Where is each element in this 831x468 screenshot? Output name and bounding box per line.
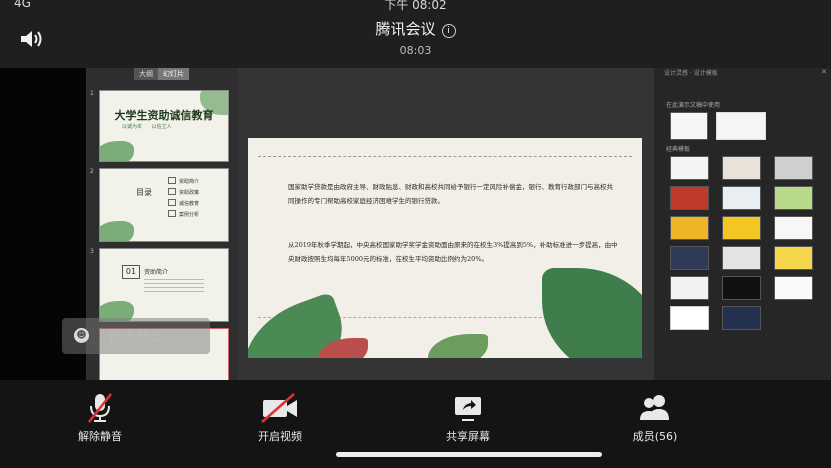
template-card[interactable] xyxy=(716,112,766,140)
design-panel-header: 设计灵感 · 设计模板 xyxy=(664,70,718,77)
slide1-sub-left: 以诚为本 xyxy=(122,124,143,130)
design-panel: 设计灵感 · 设计模板 ✕ 在此演示文稿中使用 经典模板 xyxy=(654,68,831,380)
template-card[interactable] xyxy=(722,216,761,240)
template-card[interactable] xyxy=(774,186,813,210)
template-card[interactable] xyxy=(774,276,813,300)
leaf-decoration xyxy=(100,141,134,161)
meeting-duration: 08:03 xyxy=(399,44,432,57)
slide-editor: 国家助学贷款是由政府主导、财政贴息、财政和高校共同给予银行一定风险补偿金，银行、… xyxy=(238,68,654,380)
home-indicator[interactable] xyxy=(336,452,602,457)
meeting-title-text: 腾讯会议 xyxy=(375,20,436,38)
info-icon[interactable]: i xyxy=(441,24,456,38)
members-label: 成员(56) xyxy=(632,430,678,443)
unmute-label: 解除静音 xyxy=(78,430,122,443)
slide2-list: 资助简介 资助政策 诚信教育 案例分析 xyxy=(168,177,199,221)
template-card[interactable] xyxy=(774,246,813,270)
template-card[interactable] xyxy=(670,276,709,300)
slide3-body-lines xyxy=(144,279,204,295)
tab-slides[interactable]: 幻灯片 xyxy=(158,68,189,80)
close-icon[interactable]: ✕ xyxy=(821,68,827,76)
leaf-decoration xyxy=(100,221,134,241)
slide-number: 1 xyxy=(90,90,94,97)
slide-paragraph: 从2019年秋季学期起，中央高校国家助学奖学金资助面由原来的在校生3%提高到5%… xyxy=(288,241,618,263)
dashed-rule xyxy=(258,156,632,157)
template-card[interactable] xyxy=(774,216,813,240)
slide1-subtitle: 以诚为本 以信立人 xyxy=(122,123,172,130)
slide2-item: 资助简介 xyxy=(168,177,199,185)
template-card[interactable] xyxy=(774,156,813,180)
leaf-decoration xyxy=(428,334,488,358)
template-card[interactable] xyxy=(670,306,709,330)
slide1-sub-right: 以信立人 xyxy=(151,124,172,130)
slide-thumbnail-3[interactable]: 01 资助简介 xyxy=(99,248,229,322)
slide3-number: 01 xyxy=(122,265,140,279)
chat-placeholder: 说点什么… xyxy=(108,329,178,345)
slide-number: 3 xyxy=(90,248,94,255)
members-button[interactable]: 成员(56) xyxy=(600,392,710,444)
current-slide[interactable]: 国家助学贷款是由政府主导、财政贴息、财政和高校共同给予银行一定风险补偿金，银行、… xyxy=(248,138,642,358)
template-card[interactable] xyxy=(670,112,708,140)
emoji-icon[interactable]: ☻ xyxy=(74,328,89,343)
design-section-label: 在此演示文稿中使用 xyxy=(666,102,721,109)
slide2-item: 资助政策 xyxy=(168,188,199,196)
slide3-title: 资助简介 xyxy=(144,269,169,276)
slide-number: 2 xyxy=(90,168,94,175)
panel-tabs: 大纲 幻灯片 xyxy=(134,68,189,80)
members-icon xyxy=(640,395,669,420)
template-card[interactable] xyxy=(722,156,761,180)
muted-mic-icon xyxy=(88,393,112,423)
template-card[interactable] xyxy=(670,216,709,240)
share-screen-icon xyxy=(455,397,481,421)
slide-paragraph: 国家助学贷款是由政府主导、财政贴息、财政和高校共同给予银行一定风险补偿金，银行、… xyxy=(288,183,613,205)
share-screen-button[interactable]: 共享屏幕 xyxy=(413,392,523,444)
unmute-button[interactable]: 解除静音 xyxy=(45,392,155,444)
start-video-label: 开启视频 xyxy=(258,430,302,443)
slide2-title: 目录 xyxy=(136,188,152,197)
video-off-icon xyxy=(261,393,297,423)
design-section-label: 经典模板 xyxy=(666,146,691,153)
template-card[interactable] xyxy=(670,186,709,210)
status-clock: 下午 08:02 xyxy=(384,0,447,12)
template-card[interactable] xyxy=(722,306,761,330)
meeting-toolbar: 解除静音 开启视频 共享屏幕 成员(56) xyxy=(0,380,831,468)
start-video-button[interactable]: 开启视频 xyxy=(225,392,335,444)
slide-thumbnail-2[interactable]: 目录 资助简介 资助政策 诚信教育 案例分析 xyxy=(99,168,229,242)
tab-outline[interactable]: 大纲 xyxy=(134,68,158,80)
meeting-header: 4G 下午 08:02 腾讯会议 i 08:03 xyxy=(0,0,831,68)
meeting-title[interactable]: 腾讯会议 i xyxy=(0,18,831,39)
template-card[interactable] xyxy=(722,276,761,300)
leaf-decoration xyxy=(542,268,642,358)
slide-thumbnail-1[interactable]: 大学生资助诚信教育 以诚为本 以信立人 xyxy=(99,90,229,162)
slide2-item: 案例分析 xyxy=(168,210,199,218)
chat-input[interactable]: ☻ 说点什么… xyxy=(62,318,210,354)
template-card[interactable] xyxy=(670,246,709,270)
template-card[interactable] xyxy=(670,156,709,180)
template-card[interactable] xyxy=(722,186,761,210)
slide2-item: 诚信教育 xyxy=(168,199,199,207)
template-card[interactable] xyxy=(722,246,761,270)
slide1-title: 大学生资助诚信教育 xyxy=(114,109,214,122)
share-screen-label: 共享屏幕 xyxy=(446,430,490,443)
